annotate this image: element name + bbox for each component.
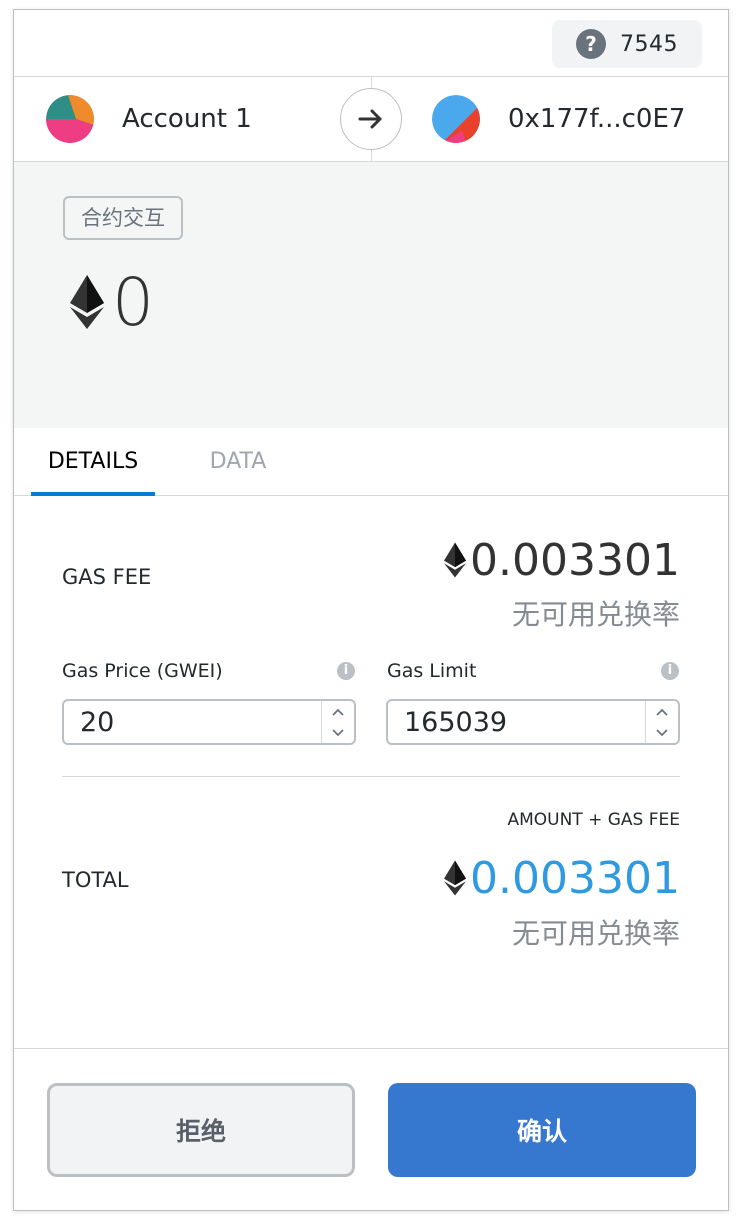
tab-details[interactable]: DETAILS — [31, 428, 155, 496]
eth-diamond-icon — [444, 542, 467, 578]
eth-diamond-icon — [444, 860, 467, 896]
chevron-up-icon[interactable] — [646, 701, 678, 722]
account-identicon-icon — [46, 95, 94, 143]
amount-plus-gas-label: AMOUNT + GAS FEE — [507, 810, 680, 830]
recipient-account[interactable]: 0x177f...c0E7 — [432, 77, 685, 161]
transaction-summary: 合约交互 0 — [14, 162, 728, 428]
gas-price-input[interactable] — [64, 701, 320, 743]
confirm-button[interactable]: 确认 — [388, 1083, 696, 1177]
gas-fee-value: 0.003301 — [470, 534, 680, 586]
gas-limit-input[interactable] — [388, 701, 644, 743]
arrow-right-icon — [340, 88, 402, 150]
divider — [62, 776, 680, 777]
sender-recipient-row: Account 1 0x177f...c0E7 — [14, 77, 728, 162]
gas-price-stepper[interactable] — [62, 699, 356, 745]
chevron-down-icon[interactable] — [646, 722, 678, 743]
gas-fee-fiat: 无可用兑换率 — [511, 598, 680, 631]
recipient-address: 0x177f...c0E7 — [508, 104, 686, 134]
tab-data[interactable]: DATA — [194, 428, 282, 494]
nonce-chip[interactable]: ? 7545 — [552, 20, 702, 68]
gas-limit-stepper[interactable] — [386, 699, 680, 745]
gas-limit-label: Gas Limit — [387, 660, 477, 682]
recipient-identicon-icon — [432, 95, 480, 143]
gas-fee-label: GAS FEE — [62, 565, 152, 589]
footer: 拒绝 确认 — [14, 1048, 728, 1210]
chevron-up-icon[interactable] — [322, 701, 354, 722]
total-amount: 0.003301 — [444, 850, 680, 906]
question-circle-icon[interactable]: ? — [576, 29, 606, 59]
nonce-value: 7545 — [620, 31, 678, 57]
summary-amount: 0 — [70, 262, 154, 342]
reject-button[interactable]: 拒绝 — [47, 1083, 355, 1177]
total-label: TOTAL — [62, 868, 129, 892]
confirm-transaction-window: ? 7545 Account 1 0x177f...c0E7 合约交互 0 DE… — [13, 9, 729, 1211]
top-bar: ? 7545 — [14, 10, 728, 77]
gas-limit-spinner[interactable] — [645, 701, 678, 743]
gas-price-spinner[interactable] — [321, 701, 354, 743]
total-fiat: 无可用兑换率 — [511, 917, 680, 950]
chevron-down-icon[interactable] — [322, 722, 354, 743]
info-icon[interactable]: i — [337, 662, 355, 680]
info-icon[interactable]: i — [661, 662, 679, 680]
method-badge: 合约交互 — [63, 196, 183, 240]
summary-amount-value: 0 — [112, 263, 154, 341]
tab-bar: DETAILS DATA — [14, 428, 728, 496]
sender-account-name: Account 1 — [122, 104, 252, 134]
total-value: 0.003301 — [470, 852, 680, 904]
sender-account[interactable]: Account 1 — [46, 77, 252, 161]
eth-diamond-icon — [70, 275, 104, 329]
gas-price-label: Gas Price (GWEI) — [62, 660, 223, 682]
gas-fee-amount: 0.003301 — [444, 532, 680, 588]
